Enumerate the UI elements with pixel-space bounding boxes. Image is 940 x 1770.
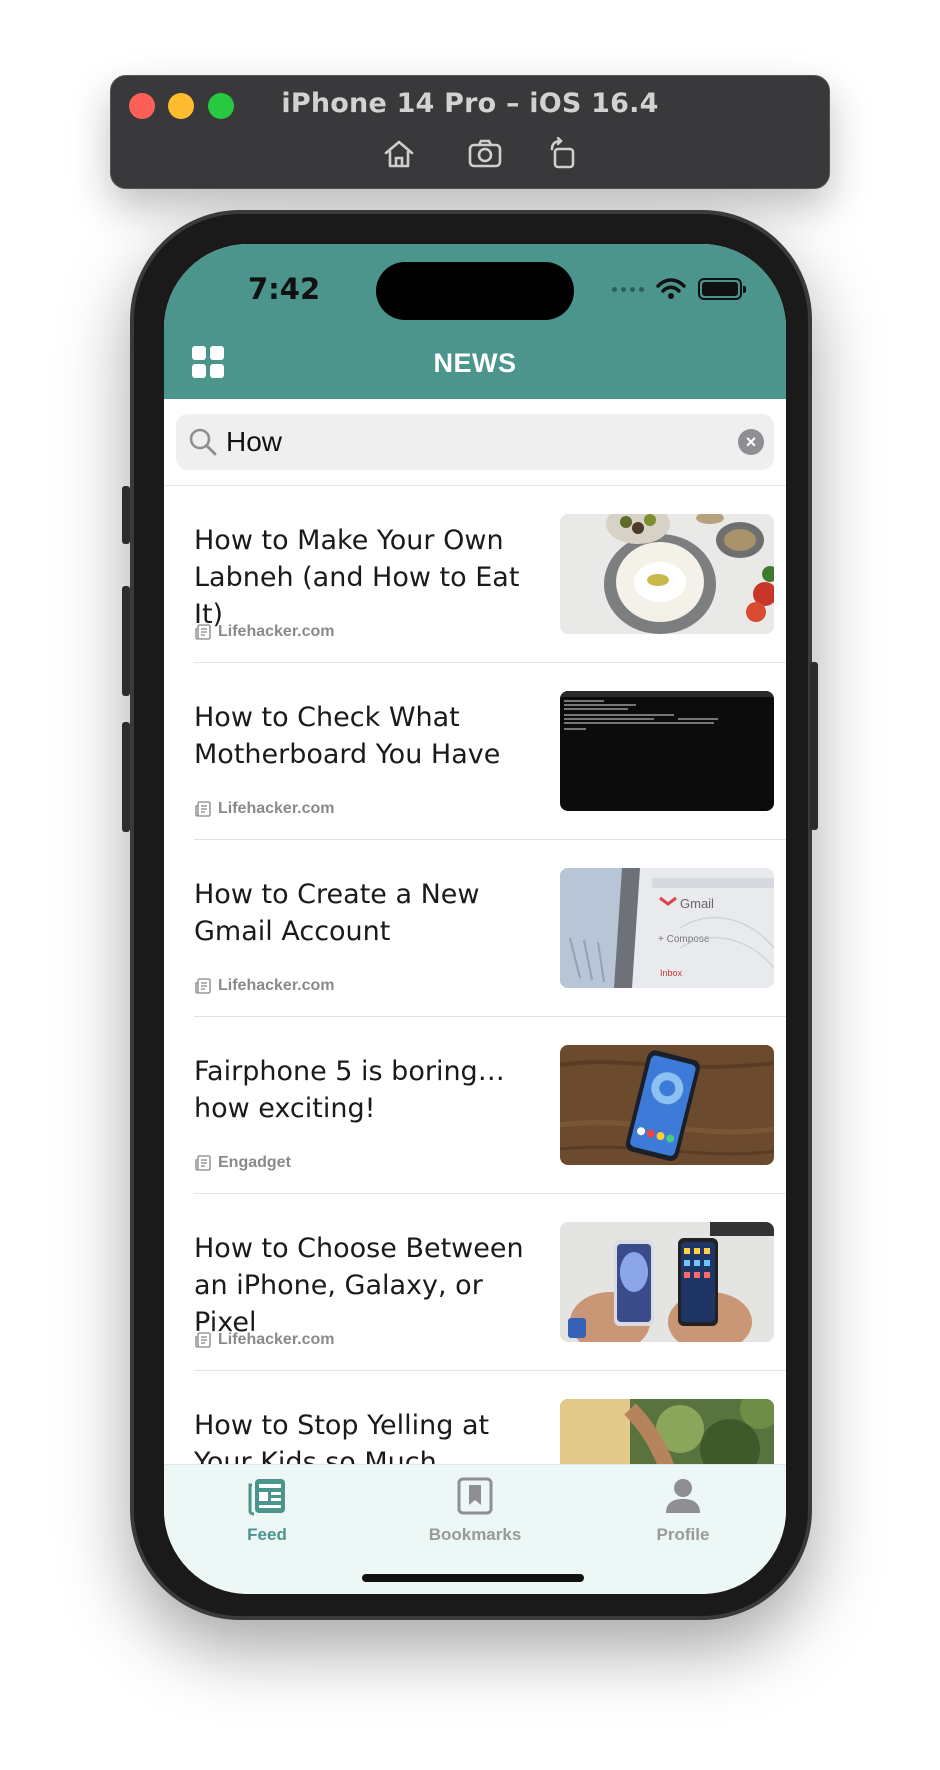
tab-profile-label: Profile: [656, 1525, 710, 1544]
article-list[interactable]: How to Make Your Own Labneh (and How to …: [164, 486, 786, 1464]
volume-down-button: [122, 722, 130, 832]
article-source-label: Lifehacker.com: [218, 800, 335, 817]
iphone-frame: 7:42 NEWS How × How to Make Your Own Lab…: [122, 210, 818, 1620]
article-title: How to Create a New Gmail Account: [194, 879, 480, 947]
newspaper-icon: [195, 1332, 211, 1348]
article-row[interactable]: How to Stop Yelling at Your Kids so Much: [164, 1371, 786, 1464]
svg-text:+ Compose: + Compose: [658, 934, 710, 945]
article-title: How to Check What Motherboard You Have: [194, 702, 501, 770]
page-title: NEWS: [433, 348, 517, 378]
tab-feed[interactable]: Feed: [197, 1475, 337, 1555]
app-header: 7:42 NEWS: [164, 244, 786, 399]
status-time: 7:42: [248, 272, 321, 306]
dynamic-island: [376, 262, 574, 320]
article-row[interactable]: How to Choose Between an iPhone, Galaxy,…: [164, 1194, 786, 1371]
simulator-window-bar: iPhone 14 Pro – iOS 16.4: [110, 75, 830, 189]
article-source: Lifehacker.com: [194, 800, 335, 818]
screenshot-icon[interactable]: [465, 134, 505, 174]
article-thumbnail: [560, 1399, 774, 1464]
search-input[interactable]: [226, 414, 706, 470]
article-source-label: Lifehacker.com: [218, 623, 335, 640]
article-title: Fairphone 5 is boring… how exciting!: [194, 1056, 505, 1124]
power-button: [810, 662, 818, 830]
article-title: How to Choose Between an iPhone, Galaxy,…: [194, 1233, 524, 1338]
wifi-icon: [656, 278, 686, 299]
article-thumbnail: [560, 1045, 774, 1165]
article-row[interactable]: Fairphone 5 is boring… how exciting! Eng…: [164, 1017, 786, 1194]
rotate-icon[interactable]: [543, 134, 583, 174]
phone-screen: 7:42 NEWS How × How to Make Your Own Lab…: [164, 244, 786, 1594]
bookmark-icon: [457, 1477, 493, 1515]
article-source: Lifehacker.com: [194, 1331, 335, 1349]
silent-switch: [122, 486, 130, 544]
article-source: Engadget: [194, 1154, 291, 1172]
article-row[interactable]: How to Create a New Gmail Account Lifeha…: [164, 840, 786, 1017]
feed-icon: [248, 1479, 285, 1516]
newspaper-icon: [195, 801, 211, 817]
simulator-stage: iPhone 14 Pro – iOS 16.4 7:42 NEWS How ×…: [0, 0, 940, 1770]
article-source: Lifehacker.com: [194, 977, 335, 995]
simulator-title: iPhone 14 Pro – iOS 16.4: [281, 88, 659, 119]
status-icons: [612, 278, 746, 300]
article-thumbnail: [560, 691, 774, 811]
article-title: How to Stop Yelling at Your Kids so Much: [194, 1410, 490, 1464]
cellular-signal-icon: [612, 286, 644, 292]
clear-search-icon[interactable]: ×: [738, 429, 764, 455]
newspaper-icon: [195, 1155, 211, 1171]
newspaper-icon: [195, 978, 211, 994]
tab-bookmarks[interactable]: Bookmarks: [405, 1475, 545, 1555]
newspaper-icon: [195, 624, 211, 640]
article-thumbnail: [560, 514, 774, 634]
home-indicator: [362, 1574, 584, 1582]
article-title: How to Make Your Own Labneh (and How to …: [194, 525, 520, 630]
tab-feed-label: Feed: [247, 1525, 287, 1544]
article-thumbnail: Gmail + Compose Inbox: [560, 868, 774, 988]
profile-icon: [666, 1479, 700, 1513]
home-icon[interactable]: [379, 134, 419, 174]
search-bar: ×: [176, 414, 774, 470]
article-row[interactable]: How to Check What Motherboard You Have L…: [164, 663, 786, 840]
article-row[interactable]: How to Make Your Own Labneh (and How to …: [164, 486, 786, 663]
search-icon: [189, 428, 217, 456]
svg-text:Inbox: Inbox: [660, 968, 683, 978]
article-thumbnail: [560, 1222, 774, 1342]
svg-text:Gmail: Gmail: [680, 896, 714, 911]
article-source-label: Lifehacker.com: [218, 977, 335, 994]
tab-bookmarks-label: Bookmarks: [428, 1525, 522, 1544]
article-source-label: Lifehacker.com: [218, 1331, 335, 1348]
tab-profile[interactable]: Profile: [613, 1475, 753, 1555]
volume-up-button: [122, 586, 130, 696]
article-source: Lifehacker.com: [194, 623, 335, 641]
article-source-label: Engadget: [218, 1154, 291, 1171]
battery-icon: [698, 278, 746, 300]
